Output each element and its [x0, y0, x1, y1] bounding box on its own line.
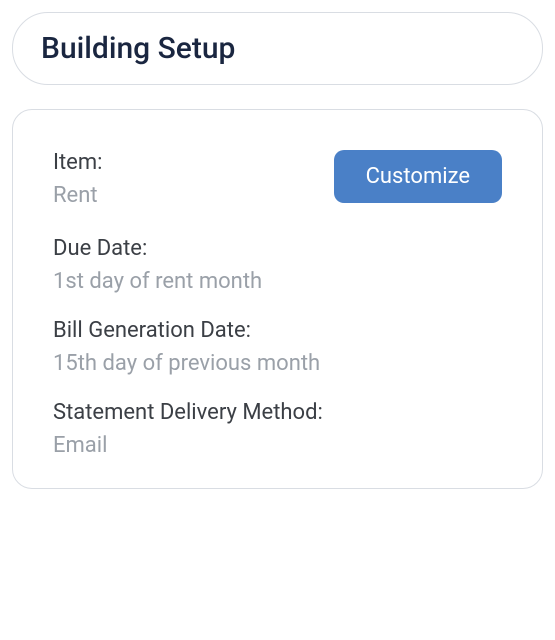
field-due-date-value: 1st day of rent month	[53, 269, 502, 294]
field-bill-generation-label: Bill Generation Date:	[53, 318, 502, 343]
field-due-date: Due Date: 1st day of rent month	[53, 236, 502, 294]
field-statement-delivery-label: Statement Delivery Method:	[53, 400, 502, 425]
field-item-label: Item:	[53, 150, 102, 175]
item-row: Item: Rent Customize	[53, 150, 502, 208]
field-statement-delivery: Statement Delivery Method: Email	[53, 400, 502, 458]
field-statement-delivery-value: Email	[53, 433, 502, 458]
customize-button[interactable]: Customize	[334, 150, 502, 203]
header-card: Building Setup	[12, 12, 543, 85]
page-title: Building Setup	[41, 31, 514, 66]
field-due-date-label: Due Date:	[53, 236, 502, 261]
content-card: Item: Rent Customize Due Date: 1st day o…	[12, 109, 543, 489]
field-bill-generation-value: 15th day of previous month	[53, 351, 502, 376]
field-bill-generation: Bill Generation Date: 15th day of previo…	[53, 318, 502, 376]
field-item-value: Rent	[53, 183, 102, 208]
field-item: Item: Rent	[53, 150, 102, 208]
